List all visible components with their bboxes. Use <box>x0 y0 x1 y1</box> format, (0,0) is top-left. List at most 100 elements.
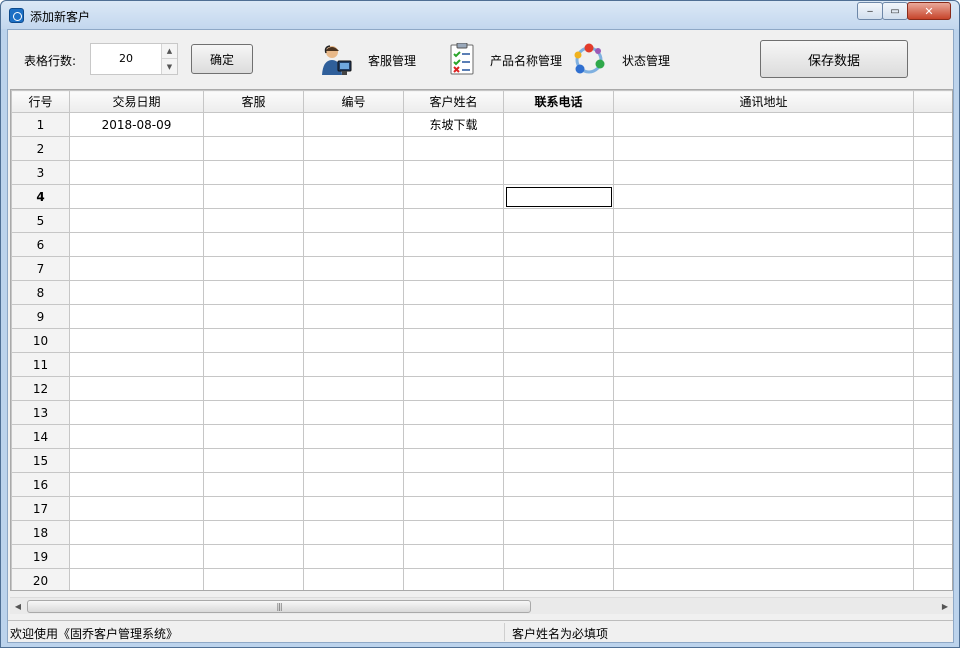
scroll-thumb[interactable]: ||| <box>27 600 531 613</box>
address-cell[interactable] <box>613 232 914 257</box>
address-cell[interactable] <box>613 160 914 185</box>
service-cell[interactable] <box>203 424 304 449</box>
id-cell[interactable] <box>303 160 404 185</box>
address-cell[interactable] <box>613 544 914 569</box>
phone-cell[interactable] <box>503 472 614 497</box>
trade-date-cell[interactable] <box>69 544 204 569</box>
id-cell[interactable] <box>303 112 404 137</box>
stepper-up-icon[interactable]: ▲ <box>162 44 177 59</box>
maximize-button[interactable]: ▭ <box>882 2 908 20</box>
customer-name-cell[interactable] <box>403 208 504 233</box>
customer-name-cell[interactable] <box>403 448 504 473</box>
id-cell[interactable] <box>303 496 404 521</box>
phone-cell[interactable] <box>503 112 614 137</box>
address-cell[interactable] <box>613 376 914 401</box>
id-cell[interactable] <box>303 400 404 425</box>
address-cell[interactable] <box>613 496 914 521</box>
trade-date-cell[interactable] <box>69 448 204 473</box>
phone-cell[interactable] <box>503 160 614 185</box>
service-cell[interactable] <box>203 472 304 497</box>
phone-cell[interactable] <box>503 352 614 377</box>
trade-date-cell[interactable] <box>69 472 204 497</box>
phone-cell[interactable] <box>503 424 614 449</box>
address-cell[interactable] <box>613 568 914 590</box>
table-row[interactable]: 10 <box>11 328 952 353</box>
service-cell[interactable] <box>203 448 304 473</box>
id-cell[interactable] <box>303 472 404 497</box>
service-cell[interactable] <box>203 328 304 353</box>
col-header-customer-name[interactable]: 客户姓名 <box>403 90 504 113</box>
service-cell[interactable] <box>203 112 304 137</box>
table-row[interactable]: 13 <box>11 400 952 425</box>
address-cell[interactable] <box>613 208 914 233</box>
table-row[interactable]: 17 <box>11 496 952 521</box>
trade-date-cell[interactable] <box>69 424 204 449</box>
table-row[interactable]: 9 <box>11 304 952 329</box>
trade-date-cell[interactable] <box>69 232 204 257</box>
address-cell[interactable] <box>613 472 914 497</box>
service-cell[interactable] <box>203 232 304 257</box>
service-cell[interactable] <box>203 280 304 305</box>
address-cell[interactable] <box>613 136 914 161</box>
customer-name-cell[interactable] <box>403 400 504 425</box>
customer-name-cell[interactable] <box>403 568 504 590</box>
customer-service-tool[interactable]: 客服管理 <box>320 42 416 78</box>
trade-date-cell[interactable] <box>69 376 204 401</box>
phone-cell[interactable] <box>503 520 614 545</box>
close-button[interactable]: ✕ <box>907 2 951 20</box>
id-cell[interactable] <box>303 544 404 569</box>
col-header-trade-date[interactable]: 交易日期 <box>69 90 204 113</box>
trade-date-cell[interactable] <box>69 184 204 209</box>
customer-name-cell[interactable]: 东坡下载 <box>403 112 504 137</box>
trade-date-cell[interactable] <box>69 568 204 590</box>
status-tool[interactable]: 状态管理 <box>572 42 670 78</box>
address-cell[interactable] <box>613 112 914 137</box>
table-row[interactable]: 16 <box>11 472 952 497</box>
phone-cell[interactable] <box>503 232 614 257</box>
trade-date-cell[interactable] <box>69 160 204 185</box>
phone-cell[interactable] <box>503 568 614 590</box>
customer-name-cell[interactable] <box>403 280 504 305</box>
phone-cell[interactable] <box>503 184 614 209</box>
address-cell[interactable] <box>613 280 914 305</box>
service-cell[interactable] <box>203 304 304 329</box>
phone-cell[interactable] <box>503 328 614 353</box>
id-cell[interactable] <box>303 136 404 161</box>
table-row[interactable]: 12 <box>11 376 952 401</box>
service-cell[interactable] <box>203 352 304 377</box>
phone-cell[interactable] <box>503 208 614 233</box>
title-bar[interactable]: 添加新客户 ‒ ▭ ✕ <box>1 1 959 29</box>
scroll-right-icon[interactable]: ▶ <box>937 599 953 614</box>
customer-name-cell[interactable] <box>403 328 504 353</box>
trade-date-cell[interactable] <box>69 400 204 425</box>
table-row[interactable]: 14 <box>11 424 952 449</box>
trade-date-cell[interactable] <box>69 304 204 329</box>
id-cell[interactable] <box>303 280 404 305</box>
customer-name-cell[interactable] <box>403 496 504 521</box>
table-row[interactable]: 6 <box>11 232 952 257</box>
id-cell[interactable] <box>303 448 404 473</box>
service-cell[interactable] <box>203 184 304 209</box>
table-row[interactable]: 8 <box>11 280 952 305</box>
address-cell[interactable] <box>613 520 914 545</box>
trade-date-cell[interactable] <box>69 280 204 305</box>
customer-name-cell[interactable] <box>403 304 504 329</box>
id-cell[interactable] <box>303 328 404 353</box>
address-cell[interactable] <box>613 448 914 473</box>
service-cell[interactable] <box>203 136 304 161</box>
service-cell[interactable] <box>203 520 304 545</box>
product-name-tool[interactable]: 产品名称管理 <box>448 42 562 78</box>
table-row[interactable]: 18 <box>11 520 952 545</box>
trade-date-cell[interactable] <box>69 328 204 353</box>
phone-cell[interactable] <box>503 304 614 329</box>
customer-name-cell[interactable] <box>403 544 504 569</box>
service-cell[interactable] <box>203 496 304 521</box>
horizontal-scrollbar[interactable]: ◀ ||| ▶ <box>10 597 953 614</box>
id-cell[interactable] <box>303 304 404 329</box>
phone-cell[interactable] <box>503 256 614 281</box>
col-header-id[interactable]: 编号 <box>303 90 404 113</box>
trade-date-cell[interactable] <box>69 496 204 521</box>
phone-cell[interactable] <box>503 280 614 305</box>
customer-name-cell[interactable] <box>403 136 504 161</box>
table-row[interactable]: 15 <box>11 448 952 473</box>
